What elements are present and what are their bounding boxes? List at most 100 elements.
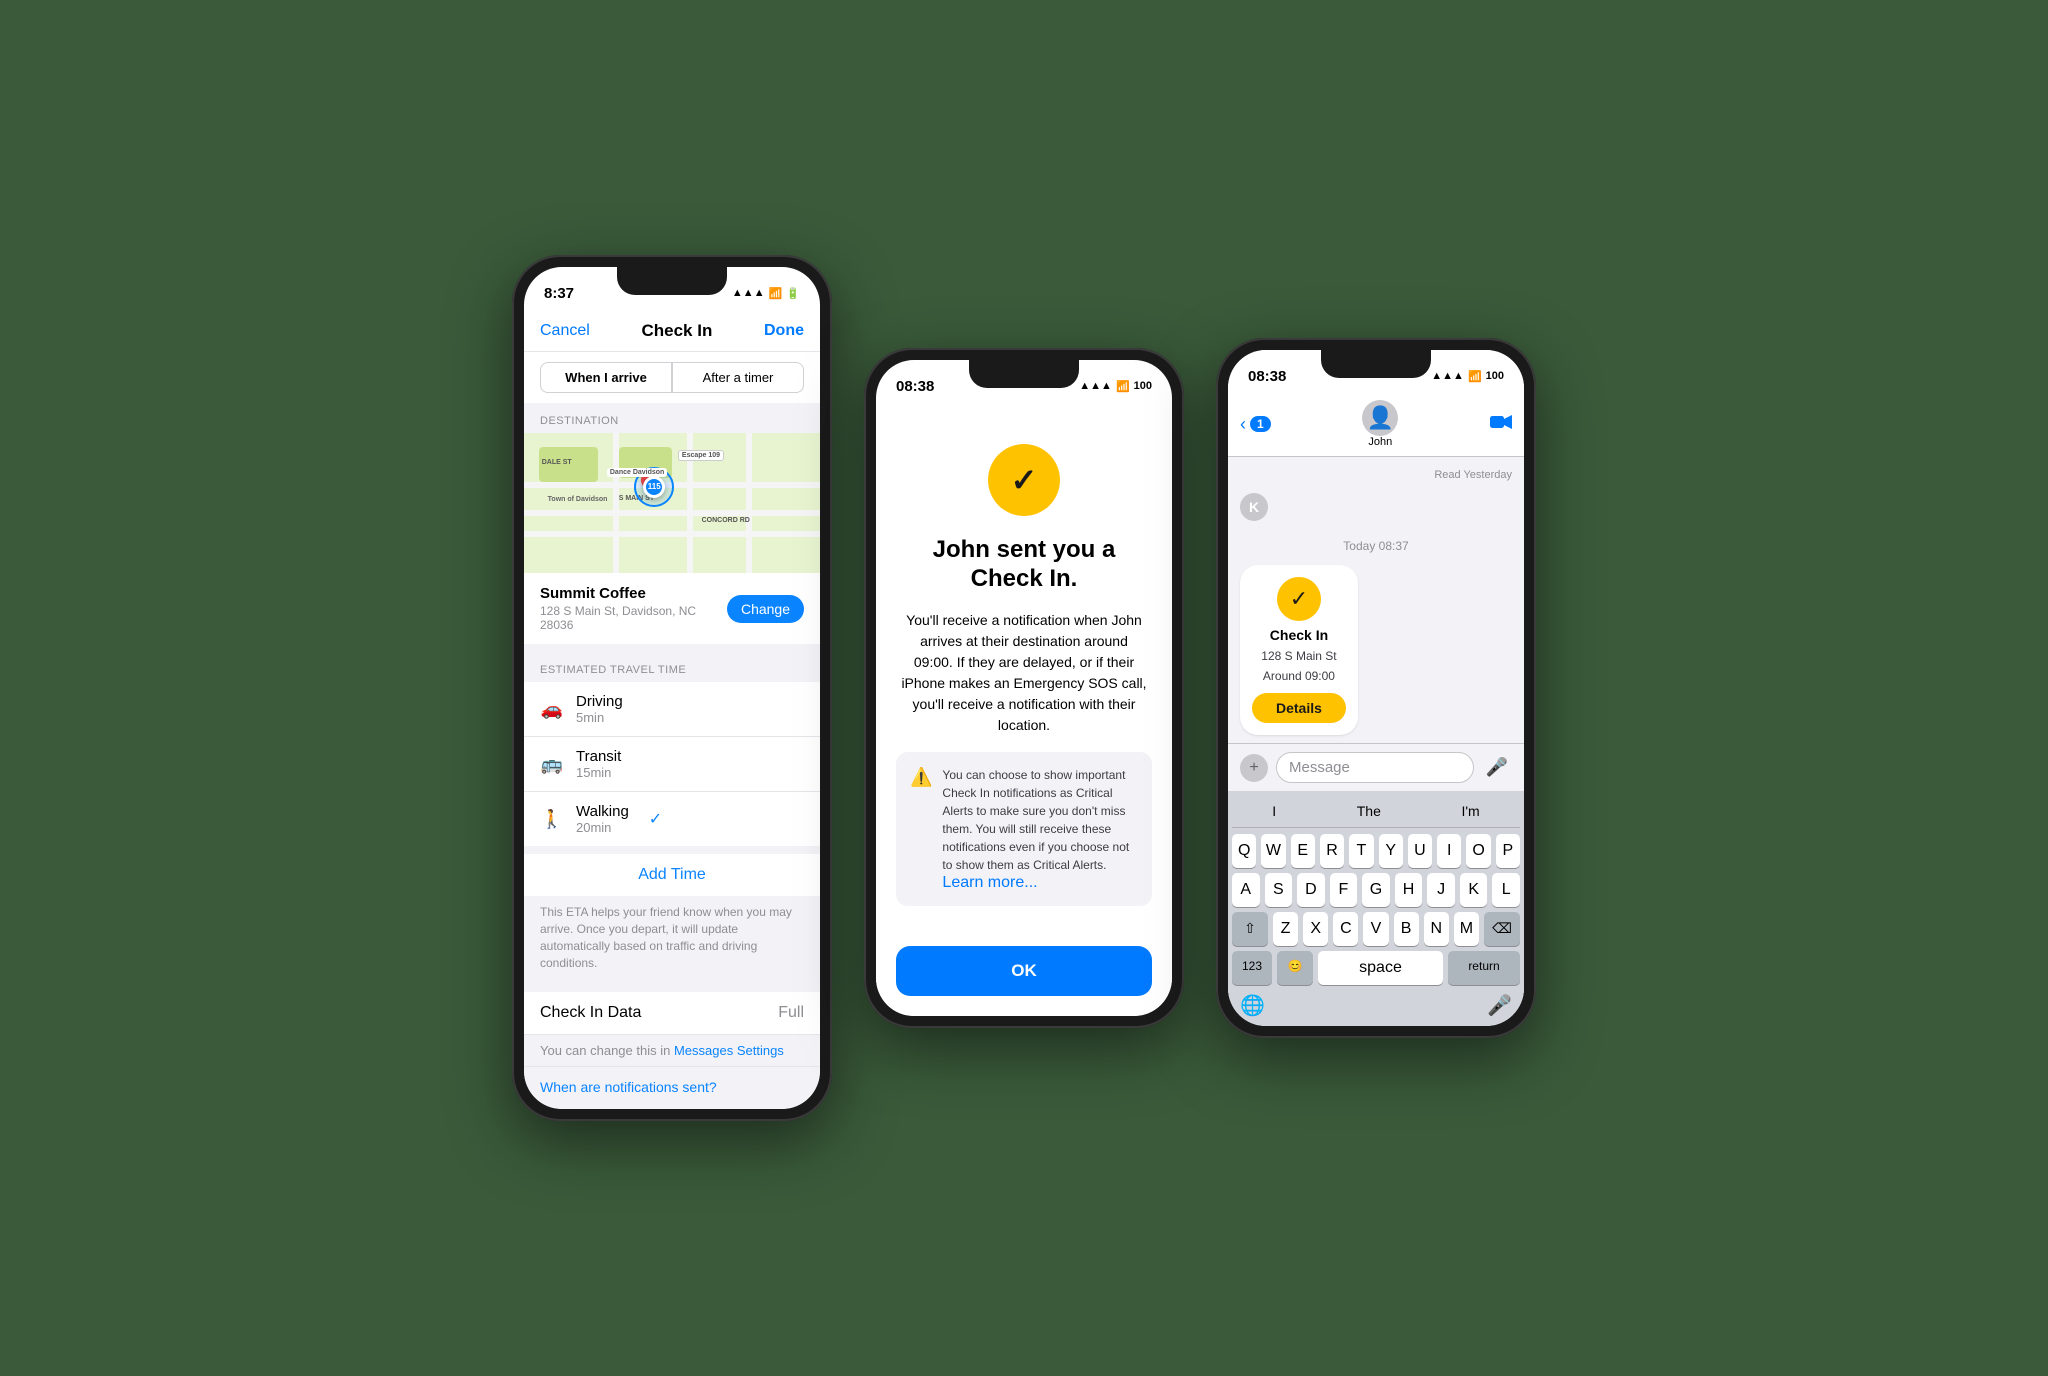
transit-icon: 🚌 [540, 754, 564, 775]
checkin-header: Cancel Check In Done [524, 311, 820, 352]
key-r[interactable]: R [1320, 834, 1344, 868]
mic-button[interactable]: 🎤 [1482, 757, 1512, 778]
map-view: DALE ST CONCORD RD S MAIN ST 115 [524, 433, 820, 573]
checkin-data-value: Full [778, 1004, 804, 1022]
key-h[interactable]: H [1395, 873, 1423, 907]
add-attachment-button[interactable]: + [1240, 754, 1268, 782]
checkin-card-time: Around 09:00 [1263, 669, 1335, 683]
key-y[interactable]: Y [1379, 834, 1403, 868]
details-button[interactable]: Details [1252, 693, 1346, 723]
checkin-checkmark-icon: ✓ [1011, 461, 1038, 499]
shift-key[interactable]: ⇧ [1232, 912, 1268, 946]
segment-when-arrive[interactable]: When I arrive [540, 362, 672, 393]
video-call-icon[interactable] [1490, 413, 1512, 436]
notifications-link-anchor[interactable]: When are notifications sent? [540, 1079, 717, 1095]
key-b[interactable]: B [1394, 912, 1419, 946]
key-z[interactable]: Z [1273, 912, 1298, 946]
key-f[interactable]: F [1330, 873, 1358, 907]
driving-icon: 🚗 [540, 699, 564, 720]
segment-after-timer[interactable]: After a timer [672, 362, 804, 393]
map-escape-label: Escape 109 [678, 450, 724, 461]
travel-section-label: ESTIMATED TRAVEL TIME [524, 652, 820, 682]
numbers-key[interactable]: 123 [1232, 951, 1272, 985]
travel-transit[interactable]: 🚌 Transit 15min [524, 737, 820, 792]
checkin-message-bubble: ✓ Check In 128 S Main St Around 09:00 De… [1240, 565, 1358, 735]
key-m[interactable]: M [1454, 912, 1479, 946]
phone-2: 08:38 ▲▲▲ 📶 100 ✓ John sent you a Check … [864, 348, 1184, 1028]
message-input[interactable]: Message [1276, 752, 1474, 783]
suggestion-im[interactable]: I'm [1453, 801, 1487, 821]
suggestion-i[interactable]: I [1264, 801, 1284, 821]
cancel-button[interactable]: Cancel [540, 322, 590, 340]
status-time-2: 08:38 [896, 378, 934, 395]
signal-icon-1: ▲▲▲ [732, 287, 765, 299]
key-s[interactable]: S [1265, 873, 1293, 907]
key-l[interactable]: L [1492, 873, 1520, 907]
key-j[interactable]: J [1427, 873, 1455, 907]
change-button[interactable]: Change [727, 595, 804, 623]
key-x[interactable]: X [1303, 912, 1328, 946]
phone-1: 8:37 ▲▲▲ 📶 🔋 Cancel Check In Done When I… [512, 255, 832, 1120]
key-u[interactable]: U [1408, 834, 1432, 868]
walking-time: 20min [576, 820, 629, 835]
ok-button[interactable]: OK [896, 946, 1152, 996]
transit-time: 15min [576, 765, 621, 780]
segment-control: When I arrive After a timer [524, 352, 820, 403]
learn-more-link[interactable]: Learn more... [942, 874, 1037, 891]
alert-warning-box: ⚠️ You can choose to show important Chec… [896, 752, 1152, 906]
done-button[interactable]: Done [764, 322, 804, 340]
key-g[interactable]: G [1362, 873, 1390, 907]
key-c[interactable]: C [1333, 912, 1358, 946]
key-n[interactable]: N [1424, 912, 1449, 946]
emoji-key[interactable]: 😊 [1277, 951, 1313, 985]
keyboard-row-1: Q W E R T Y U I O P [1232, 834, 1520, 868]
back-button[interactable]: ‹ 1 [1240, 414, 1271, 435]
microphone-key[interactable]: 🎤 [1487, 993, 1512, 1018]
messages-settings-link[interactable]: Messages Settings [674, 1043, 784, 1058]
destination-card: DALE ST CONCORD RD S MAIN ST 115 [524, 433, 820, 644]
add-time-button[interactable]: Add Time [524, 854, 820, 896]
key-e[interactable]: E [1291, 834, 1315, 868]
driving-time: 5min [576, 710, 623, 725]
key-t[interactable]: T [1349, 834, 1373, 868]
key-d[interactable]: D [1297, 873, 1325, 907]
phone2-content: ✓ John sent you a Check In. You'll recei… [876, 404, 1172, 1016]
key-w[interactable]: W [1261, 834, 1285, 868]
key-q[interactable]: Q [1232, 834, 1256, 868]
keyboard-bottom-row: 123 😊 space return [1232, 951, 1520, 985]
notifications-link[interactable]: When are notifications sent? [524, 1066, 820, 1109]
read-timestamp: Read Yesterday [1240, 465, 1512, 485]
checkin-card: ✓ Check In 128 S Main St Around 09:00 De… [1252, 577, 1346, 723]
destination-info: Summit Coffee 128 S Main St, Davidson, N… [524, 573, 820, 644]
notch-2 [969, 360, 1079, 388]
signal-icon-3: ▲▲▲ [1431, 370, 1464, 382]
keyboard-row-2: A S D F G H J K L [1232, 873, 1520, 907]
travel-walking[interactable]: 🚶 Walking 20min ✓ [524, 792, 820, 846]
key-o[interactable]: O [1466, 834, 1490, 868]
key-i[interactable]: I [1437, 834, 1461, 868]
warning-triangle-icon: ⚠️ [910, 767, 932, 788]
return-key[interactable]: return [1448, 951, 1520, 985]
keyboard: I The I'm Q W E R T Y U I O P A [1228, 791, 1524, 1026]
checkin-data-label: Check In Data [540, 1004, 641, 1022]
map-road-h3 [524, 531, 820, 537]
checkin-card-icon: ✓ [1277, 577, 1321, 621]
messages-header: ‹ 1 👤 John [1228, 394, 1524, 457]
status-icons-3: ▲▲▲ 📶 100 [1431, 370, 1504, 383]
map-road-h2 [524, 510, 820, 516]
globe-key[interactable]: 🌐 [1240, 993, 1265, 1018]
contact-name: John [1368, 436, 1392, 448]
suggestion-the[interactable]: The [1349, 801, 1389, 821]
key-p[interactable]: P [1496, 834, 1520, 868]
map-road-v3 [746, 433, 752, 573]
status-time-1: 8:37 [544, 285, 574, 302]
battery-icon-3: 100 [1486, 370, 1504, 382]
space-key[interactable]: space [1318, 951, 1443, 985]
key-v[interactable]: V [1363, 912, 1388, 946]
driving-label: Driving [576, 693, 623, 710]
delete-key[interactable]: ⌫ [1484, 912, 1520, 946]
alert-title: John sent you a Check In. [896, 536, 1152, 594]
travel-driving[interactable]: 🚗 Driving 5min [524, 682, 820, 737]
key-k[interactable]: K [1460, 873, 1488, 907]
key-a[interactable]: A [1232, 873, 1260, 907]
